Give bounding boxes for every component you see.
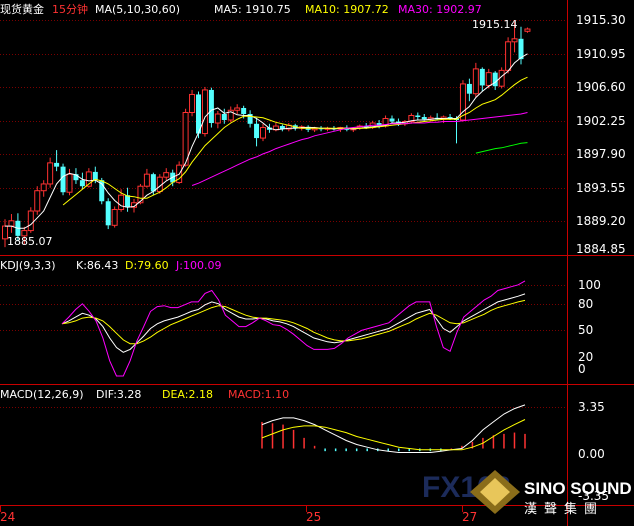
period-label: 15分钟 [52, 2, 88, 16]
candle-body [54, 162, 60, 167]
candle-body [40, 183, 47, 192]
candle-body [201, 89, 208, 135]
symbol-name: 现货黄金 [0, 2, 44, 16]
kdj-d-readout: D:79.60 [125, 259, 169, 272]
ma5-line [5, 53, 528, 229]
price-tick: 1915.30 [576, 13, 626, 27]
ma30-readout: MA30: 1902.97 [398, 3, 482, 16]
candle-body [472, 68, 479, 95]
macd-tick: -3.35 [578, 489, 609, 503]
candle-body [34, 190, 41, 212]
ma60-line [475, 142, 528, 154]
candle-body [221, 114, 227, 121]
kdj-tick: 100 [578, 278, 601, 292]
logo-cn-text: 漢聲集團 [524, 501, 604, 517]
price-tick: 1889.20 [576, 214, 626, 228]
date-tick: 24 [0, 510, 15, 524]
candle-body [479, 68, 485, 86]
kdj-tick: 0 [578, 362, 586, 376]
candle-body [421, 117, 427, 120]
candle-body [111, 209, 118, 226]
candle-body [466, 83, 472, 94]
macd-value-readout: MACD:1.10 [228, 388, 289, 401]
candle-body [241, 107, 247, 115]
candle-body [27, 210, 34, 232]
ma10-readout: MA10: 1907.72 [305, 3, 389, 16]
price-tick: 1884.85 [576, 242, 626, 256]
candle-body [66, 173, 73, 193]
kdj-params-label: KDJ(9,3,3) [0, 259, 56, 272]
ma30-line [191, 112, 528, 186]
candle-body [47, 162, 54, 185]
kdj-k-readout: K:86.43 [76, 259, 118, 272]
macd-params-label: MACD(12,26,9) [0, 388, 84, 401]
candle-body [189, 93, 196, 114]
kdj-tick: 80 [578, 297, 593, 311]
price-tick: 1893.55 [576, 181, 626, 195]
price-tick: 1902.25 [576, 114, 626, 128]
candle-body [260, 127, 266, 139]
candle-body [118, 194, 125, 211]
candle-body [389, 118, 395, 122]
candle-body [163, 172, 170, 178]
macd-tick: 0.00 [578, 447, 605, 461]
macd-tick: 3.35 [578, 400, 605, 414]
kdj-tick: 50 [578, 323, 593, 337]
candle-body [505, 41, 512, 71]
candle-body [60, 166, 66, 193]
price-tick: 1910.95 [576, 47, 626, 61]
candle-body [254, 123, 260, 139]
ma5-readout: MA5: 1910.75 [214, 3, 291, 16]
ma10-line [62, 76, 528, 206]
candle-body [143, 173, 150, 187]
kdj-j-readout: J:100.09 [175, 259, 221, 272]
date-tick: 27 [462, 510, 477, 524]
candle-body [485, 72, 492, 86]
candle-body [234, 107, 241, 111]
kdj-j-line [61, 280, 526, 377]
low-annotation: 1885.07 [7, 235, 53, 248]
candle-body [524, 28, 531, 32]
macd-dea-line [261, 419, 526, 451]
candle-body [208, 89, 214, 124]
candle-body [415, 115, 421, 118]
ma-params-label: MA(5,10,30,60) [95, 3, 180, 16]
stock-chart[interactable]: FX168 SINO SOUND 漢聲集團 现货黄金 15分钟 MA(5,10,… [0, 0, 634, 526]
candle-body [8, 220, 15, 227]
candle-body [150, 174, 156, 192]
price-tick: 1906.60 [576, 80, 626, 94]
candle-body [125, 195, 131, 208]
candle-body [105, 201, 111, 226]
candle-body [214, 113, 221, 124]
candle-body [492, 72, 498, 87]
high-annotation: 1915.14 [472, 18, 518, 31]
macd-dif-readout: DIF:3.28 [96, 388, 141, 401]
candle-body [79, 180, 85, 187]
price-tick: 1897.90 [576, 147, 626, 161]
macd-dea-readout: DEA:2.18 [162, 388, 213, 401]
candle-body [511, 38, 518, 43]
date-tick: 25 [306, 510, 321, 524]
